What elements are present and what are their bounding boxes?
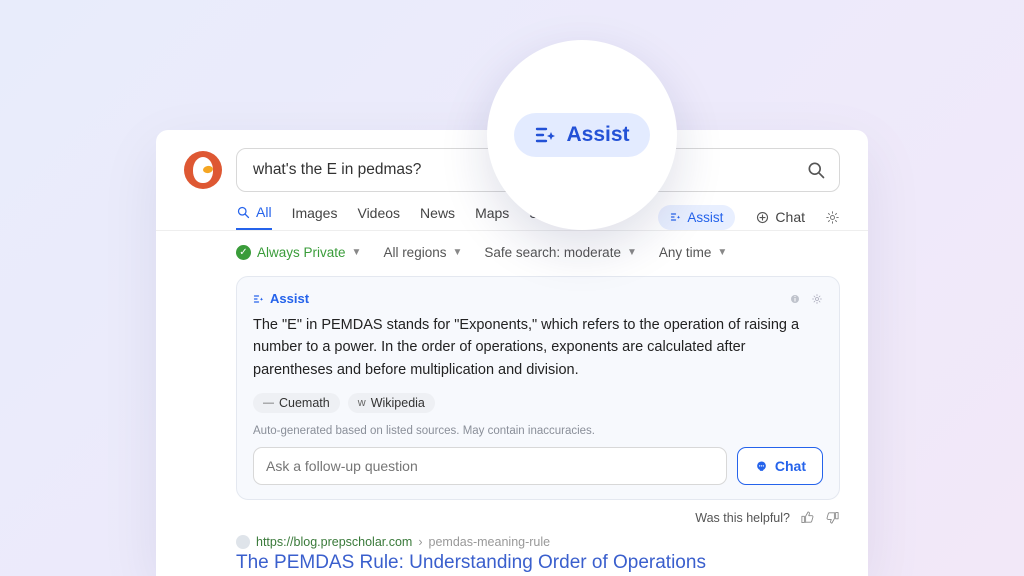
assist-nav-label: Assist <box>687 210 723 225</box>
source-label: Cuemath <box>279 396 330 410</box>
search-result[interactable]: https://blog.prepscholar.com › pemdas-me… <box>236 535 840 574</box>
filter-privacy[interactable]: ✓ Always Private ▼ <box>236 245 361 260</box>
tab-all[interactable]: All <box>236 204 272 230</box>
thumbs-up-icon[interactable] <box>800 510 815 525</box>
result-path: pemdas-meaning-rule <box>429 535 551 549</box>
assist-answer-text: The "E" in PEMDAS stands for "Exponents,… <box>253 314 823 381</box>
assist-icon <box>253 293 265 305</box>
breadcrumb-sep: › <box>418 535 422 549</box>
gear-icon[interactable] <box>825 210 840 225</box>
info-icon[interactable] <box>789 293 801 305</box>
chat-bubble-icon <box>754 459 769 474</box>
filter-region[interactable]: All regions ▼ <box>383 245 462 260</box>
tab-images[interactable]: Images <box>292 205 338 229</box>
tab-maps[interactable]: Maps <box>475 205 509 229</box>
chat-plus-icon <box>755 210 770 225</box>
filter-time[interactable]: Any time ▼ <box>659 245 727 260</box>
gear-small-icon[interactable] <box>811 293 823 305</box>
source-pill-wikipedia[interactable]: w Wikipedia <box>348 393 435 413</box>
tab-all-label: All <box>256 204 272 220</box>
chevron-down-icon: ▼ <box>452 247 462 258</box>
tab-videos[interactable]: Videos <box>357 205 400 229</box>
helpful-row: Was this helpful? <box>236 510 840 525</box>
source-pill-cuemath[interactable]: — Cuemath <box>253 393 340 413</box>
tab-news[interactable]: News <box>420 205 455 229</box>
source-icon: w <box>358 397 366 409</box>
chevron-down-icon: ▼ <box>352 247 362 258</box>
assist-nav-button[interactable]: Assist <box>658 205 735 230</box>
filter-safesearch[interactable]: Safe search: moderate ▼ <box>484 245 636 260</box>
assist-callout-pill: Assist <box>514 113 649 157</box>
source-icon: — <box>263 397 274 409</box>
source-label: Wikipedia <box>371 396 425 410</box>
assist-sparkle-icon <box>534 123 558 147</box>
chat-nav-label: Chat <box>775 209 805 225</box>
search-icon[interactable] <box>806 160 826 180</box>
filter-privacy-label: Always Private <box>257 245 346 260</box>
assist-callout-label: Assist <box>566 123 629 147</box>
duckduckgo-logo[interactable] <box>184 151 222 189</box>
assist-callout-bubble: Assist <box>487 40 677 230</box>
assist-icon <box>670 211 682 223</box>
result-title[interactable]: The PEMDAS Rule: Understanding Order of … <box>236 552 840 574</box>
search-small-icon <box>236 205 251 220</box>
helpful-label: Was this helpful? <box>695 511 790 525</box>
result-host: https://blog.prepscholar.com <box>256 535 412 549</box>
chat-nav-button[interactable]: Chat <box>755 209 805 225</box>
chat-button-label: Chat <box>775 458 806 474</box>
followup-input[interactable] <box>253 447 727 485</box>
chevron-down-icon: ▼ <box>627 247 637 258</box>
check-badge-icon: ✓ <box>236 245 251 260</box>
favicon-placeholder <box>236 535 250 549</box>
assist-box-label: Assist <box>270 291 309 306</box>
assist-disclaimer: Auto-generated based on listed sources. … <box>253 425 823 437</box>
thumbs-down-icon[interactable] <box>825 510 840 525</box>
chevron-down-icon: ▼ <box>717 247 727 258</box>
chat-button[interactable]: Chat <box>737 447 823 485</box>
assist-answer-box: Assist The "E" in PEMDAS stands for "Exp… <box>236 276 840 500</box>
